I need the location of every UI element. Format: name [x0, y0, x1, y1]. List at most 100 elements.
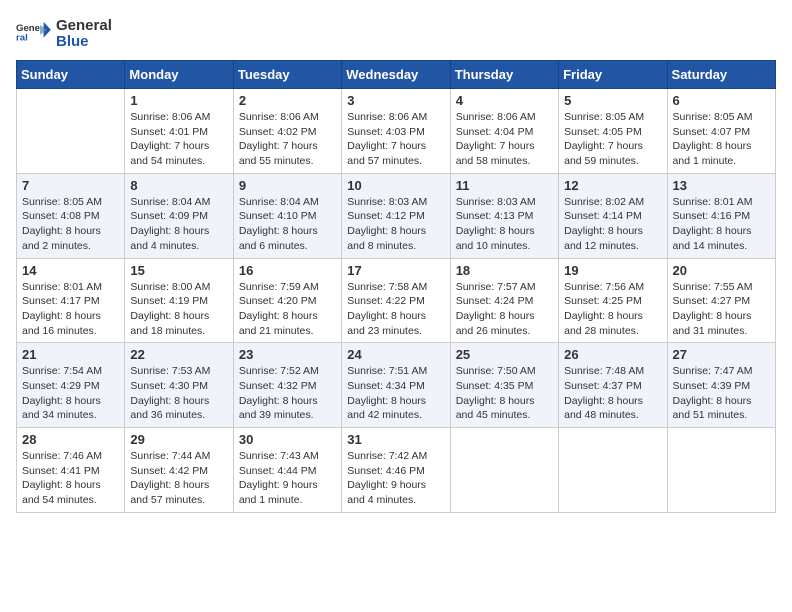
day-number: 18 [456, 263, 553, 278]
calendar-cell: 26 Sunrise: 7:48 AM Sunset: 4:37 PM Dayli… [559, 343, 667, 428]
calendar-cell: 27Sunrise: 7:47 AM Sunset: 4:39 PM Dayli… [667, 343, 775, 428]
weekday-header-wednesday: Wednesday [342, 61, 450, 89]
day-info: Sunrise: 7:54 AM Sunset: 4:29 PM Dayligh… [22, 364, 119, 423]
day-number: 4 [456, 93, 553, 108]
day-number: 3 [347, 93, 444, 108]
day-number: 5 [564, 93, 661, 108]
weekday-header-sunday: Sunday [17, 61, 125, 89]
day-number: 22 [130, 347, 227, 362]
day-info: Sunrise: 8:04 AM Sunset: 4:09 PM Dayligh… [130, 195, 227, 254]
day-number: 14 [22, 263, 119, 278]
day-info: Sunrise: 8:02 AM Sunset: 4:14 PM Dayligh… [564, 195, 661, 254]
calendar-cell: 25 Sunrise: 7:50 AM Sunset: 4:35 PM Dayli… [450, 343, 558, 428]
day-number: 13 [673, 178, 770, 193]
logo-svg: Gene ral [16, 16, 52, 52]
day-info: Sunrise: 7:43 AM Sunset: 4:44 PM Dayligh… [239, 449, 336, 508]
day-info: Sunrise: 7:50 AM Sunset: 4:35 PM Dayligh… [456, 364, 553, 423]
calendar-cell: 31Sunrise: 7:42 AM Sunset: 4:46 PM Dayli… [342, 428, 450, 513]
calendar-cell: 10 Sunrise: 8:03 AM Sunset: 4:12 PM Dayli… [342, 173, 450, 258]
calendar-cell: 16 Sunrise: 7:59 AM Sunset: 4:20 PM Dayli… [233, 258, 341, 343]
calendar-cell: 3 Sunrise: 8:06 AM Sunset: 4:03 PM Daylig… [342, 89, 450, 174]
weekday-header-monday: Monday [125, 61, 233, 89]
day-info: Sunrise: 8:00 AM Sunset: 4:19 PM Dayligh… [130, 280, 227, 339]
day-info: Sunrise: 7:58 AM Sunset: 4:22 PM Dayligh… [347, 280, 444, 339]
day-number: 2 [239, 93, 336, 108]
calendar-cell: 11 Sunrise: 8:03 AM Sunset: 4:13 PM Dayli… [450, 173, 558, 258]
day-info: Sunrise: 8:01 AM Sunset: 4:17 PM Dayligh… [22, 280, 119, 339]
day-number: 6 [673, 93, 770, 108]
calendar-cell: 2 Sunrise: 8:06 AM Sunset: 4:02 PM Daylig… [233, 89, 341, 174]
day-number: 17 [347, 263, 444, 278]
day-number: 9 [239, 178, 336, 193]
day-number: 11 [456, 178, 553, 193]
calendar-cell [17, 89, 125, 174]
day-info: Sunrise: 7:56 AM Sunset: 4:25 PM Dayligh… [564, 280, 661, 339]
calendar-week-row: 28 Sunrise: 7:46 AM Sunset: 4:41 PM Dayli… [17, 428, 776, 513]
calendar-cell [450, 428, 558, 513]
day-number: 26 [564, 347, 661, 362]
weekday-header-row: SundayMondayTuesdayWednesdayThursdayFrid… [17, 61, 776, 89]
day-number: 16 [239, 263, 336, 278]
day-number: 24 [347, 347, 444, 362]
calendar-cell: 22 Sunrise: 7:53 AM Sunset: 4:30 PM Dayli… [125, 343, 233, 428]
calendar-cell: 30 Sunrise: 7:43 AM Sunset: 4:44 PM Dayli… [233, 428, 341, 513]
calendar-cell: 17 Sunrise: 7:58 AM Sunset: 4:22 PM Dayli… [342, 258, 450, 343]
day-info: Sunrise: 7:46 AM Sunset: 4:41 PM Dayligh… [22, 449, 119, 508]
day-number: 1 [130, 93, 227, 108]
day-info: Sunrise: 8:03 AM Sunset: 4:12 PM Dayligh… [347, 195, 444, 254]
day-info: Sunrise: 8:04 AM Sunset: 4:10 PM Dayligh… [239, 195, 336, 254]
day-info: Sunrise: 7:57 AM Sunset: 4:24 PM Dayligh… [456, 280, 553, 339]
weekday-header-thursday: Thursday [450, 61, 558, 89]
calendar-week-row: 14 Sunrise: 8:01 AM Sunset: 4:17 PM Dayli… [17, 258, 776, 343]
day-info: Sunrise: 8:05 AM Sunset: 4:08 PM Dayligh… [22, 195, 119, 254]
calendar-cell: 5 Sunrise: 8:05 AM Sunset: 4:05 PM Daylig… [559, 89, 667, 174]
weekday-header-tuesday: Tuesday [233, 61, 341, 89]
day-info: Sunrise: 7:55 AM Sunset: 4:27 PM Dayligh… [673, 280, 770, 339]
day-info: Sunrise: 8:05 AM Sunset: 4:07 PM Dayligh… [673, 110, 770, 169]
day-info: Sunrise: 7:59 AM Sunset: 4:20 PM Dayligh… [239, 280, 336, 339]
calendar-week-row: 1 Sunrise: 8:06 AM Sunset: 4:01 PM Daylig… [17, 89, 776, 174]
calendar-table: SundayMondayTuesdayWednesdayThursdayFrid… [16, 60, 776, 513]
calendar-cell: 24Sunrise: 7:51 AM Sunset: 4:34 PM Dayli… [342, 343, 450, 428]
day-info: Sunrise: 7:52 AM Sunset: 4:32 PM Dayligh… [239, 364, 336, 423]
day-number: 29 [130, 432, 227, 447]
day-number: 15 [130, 263, 227, 278]
calendar-cell: 7 Sunrise: 8:05 AM Sunset: 4:08 PM Daylig… [17, 173, 125, 258]
day-info: Sunrise: 7:42 AM Sunset: 4:46 PM Dayligh… [347, 449, 444, 508]
day-info: Sunrise: 8:05 AM Sunset: 4:05 PM Dayligh… [564, 110, 661, 169]
calendar-cell: 4Sunrise: 8:06 AM Sunset: 4:04 PM Daylig… [450, 89, 558, 174]
logo-wordmark: General Blue [56, 18, 112, 51]
calendar-cell: 23 Sunrise: 7:52 AM Sunset: 4:32 PM Dayli… [233, 343, 341, 428]
day-number: 28 [22, 432, 119, 447]
calendar-cell [559, 428, 667, 513]
day-number: 30 [239, 432, 336, 447]
day-info: Sunrise: 7:53 AM Sunset: 4:30 PM Dayligh… [130, 364, 227, 423]
day-info: Sunrise: 8:01 AM Sunset: 4:16 PM Dayligh… [673, 195, 770, 254]
day-info: Sunrise: 8:06 AM Sunset: 4:03 PM Dayligh… [347, 110, 444, 169]
day-info: Sunrise: 8:06 AM Sunset: 4:02 PM Dayligh… [239, 110, 336, 169]
day-info: Sunrise: 7:48 AM Sunset: 4:37 PM Dayligh… [564, 364, 661, 423]
svg-text:ral: ral [16, 33, 28, 44]
day-number: 21 [22, 347, 119, 362]
calendar-cell: 21 Sunrise: 7:54 AM Sunset: 4:29 PM Dayli… [17, 343, 125, 428]
calendar-cell: 15 Sunrise: 8:00 AM Sunset: 4:19 PM Dayli… [125, 258, 233, 343]
calendar-cell: 12Sunrise: 8:02 AM Sunset: 4:14 PM Dayli… [559, 173, 667, 258]
calendar-cell: 8 Sunrise: 8:04 AM Sunset: 4:09 PM Daylig… [125, 173, 233, 258]
calendar-week-row: 7 Sunrise: 8:05 AM Sunset: 4:08 PM Daylig… [17, 173, 776, 258]
day-info: Sunrise: 8:06 AM Sunset: 4:01 PM Dayligh… [130, 110, 227, 169]
calendar-cell: 1 Sunrise: 8:06 AM Sunset: 4:01 PM Daylig… [125, 89, 233, 174]
calendar-cell: 6 Sunrise: 8:05 AM Sunset: 4:07 PM Daylig… [667, 89, 775, 174]
day-number: 25 [456, 347, 553, 362]
calendar-week-row: 21 Sunrise: 7:54 AM Sunset: 4:29 PM Dayli… [17, 343, 776, 428]
day-number: 10 [347, 178, 444, 193]
day-number: 7 [22, 178, 119, 193]
day-info: Sunrise: 7:44 AM Sunset: 4:42 PM Dayligh… [130, 449, 227, 508]
day-info: Sunrise: 8:03 AM Sunset: 4:13 PM Dayligh… [456, 195, 553, 254]
day-number: 23 [239, 347, 336, 362]
logo-general-text: General [56, 18, 112, 35]
day-info: Sunrise: 7:47 AM Sunset: 4:39 PM Dayligh… [673, 364, 770, 423]
calendar-cell: 14 Sunrise: 8:01 AM Sunset: 4:17 PM Dayli… [17, 258, 125, 343]
day-number: 8 [130, 178, 227, 193]
calendar-cell: 9 Sunrise: 8:04 AM Sunset: 4:10 PM Daylig… [233, 173, 341, 258]
calendar-cell [667, 428, 775, 513]
